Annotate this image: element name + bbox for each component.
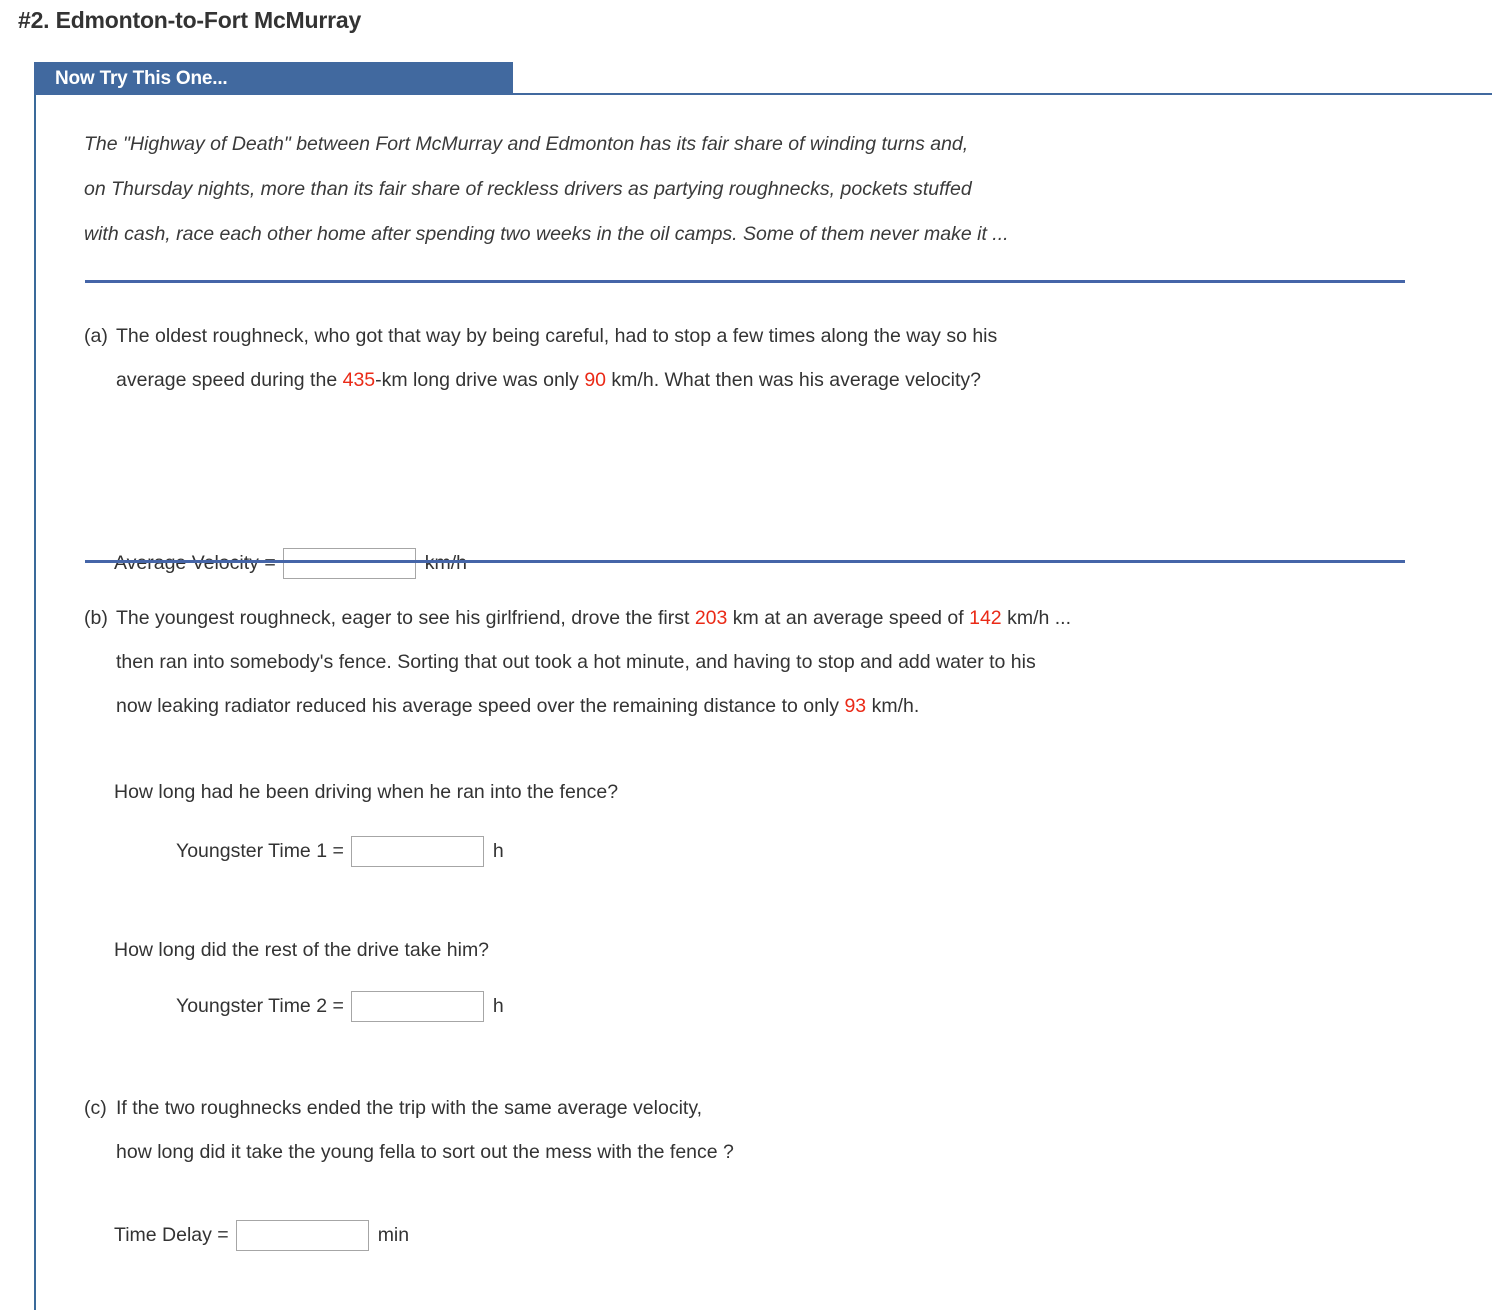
- part-b-second-speed-value: 93: [844, 695, 867, 717]
- part-a-line-2: average speed during the 435-km long dri…: [84, 358, 997, 402]
- part-a-text-2c: km/h. What then was his average velocity…: [606, 369, 982, 391]
- time-delay-input[interactable]: [235, 1220, 369, 1251]
- question-part-c: (c) If the two roughnecks ended the trip …: [84, 1086, 734, 1174]
- youngster-time-1-input[interactable]: [350, 836, 484, 867]
- part-b-line-1: (b) The youngest roughneck, eager to see …: [84, 596, 1071, 640]
- part-b-text-1a: The youngest roughneck, eager to see his…: [116, 607, 695, 629]
- average-velocity-label: Average Velocity =: [114, 552, 276, 574]
- question-part-a: (a) The oldest roughneck, who got that wa…: [84, 314, 997, 402]
- separator-rule-1: [85, 280, 1405, 283]
- question-part-b: (b) The youngest roughneck, eager to see …: [84, 596, 1071, 728]
- youngster-time-2-unit: h: [492, 995, 504, 1017]
- part-b-answer-row-1: Youngster Time 1 = h: [176, 836, 504, 867]
- tab-now-try-this-one[interactable]: Now Try This One...: [34, 62, 513, 95]
- part-c-line-1: (c) If the two roughnecks ended the trip …: [84, 1086, 734, 1130]
- part-a-text-1: The oldest roughneck, who got that way b…: [116, 325, 998, 347]
- part-b-line-2: then ran into somebody's fence. Sorting …: [116, 651, 1036, 673]
- part-b-line-3: now leaking radiator reduced his average…: [84, 684, 1071, 728]
- part-a-distance-value: 435: [342, 369, 376, 391]
- part-a-text-2b: -km long drive was only: [375, 369, 585, 391]
- part-c-label: (c): [84, 1097, 107, 1119]
- tab-underline-rule: [513, 93, 1492, 95]
- part-b-text-1b: km at an average speed of: [727, 607, 970, 629]
- part-b-text-3a: now leaking radiator reduced his average…: [116, 695, 845, 717]
- left-accent-border: [34, 95, 36, 1310]
- part-a-speed-value: 90: [584, 369, 607, 391]
- part-b-first-distance-value: 203: [694, 607, 728, 629]
- page-title: #2. Edmonton-to-Fort McMurray: [18, 7, 362, 33]
- worksheet-page: #2. Edmonton-to-Fort McMurray Now Try Th…: [0, 0, 1492, 1310]
- part-b-text-3b: km/h.: [866, 695, 920, 717]
- part-a-answer-row: Average Velocity = km/h: [114, 548, 467, 579]
- intro-paragraph: The "Highway of Death" between Fort McMu…: [84, 122, 1284, 257]
- youngster-time-1-label: Youngster Time 1 =: [176, 840, 344, 862]
- youngster-time-2-label: Youngster Time 2 =: [176, 995, 344, 1017]
- part-c-answer-row: Time Delay = min: [114, 1220, 409, 1251]
- youngster-time-2-input[interactable]: [350, 991, 484, 1022]
- part-b-text-1c: km/h ...: [1001, 607, 1072, 629]
- part-b-question-1: How long had he been driving when he ran…: [114, 781, 619, 803]
- part-a-text-2a: average speed during the: [116, 369, 343, 391]
- part-c-text-1: If the two roughnecks ended the trip wit…: [116, 1097, 703, 1119]
- part-a-label: (a): [84, 325, 108, 347]
- time-delay-label: Time Delay =: [114, 1224, 229, 1246]
- section-tab-strip: Now Try This One...: [34, 62, 1492, 98]
- intro-line-1: The "Highway of Death" between Fort McMu…: [84, 133, 969, 155]
- youngster-time-1-unit: h: [492, 840, 504, 862]
- separator-rule-2: [85, 560, 1405, 563]
- part-b-question-2: How long did the rest of the drive take …: [114, 939, 490, 961]
- average-velocity-unit: km/h: [424, 552, 467, 574]
- part-a-line-1: (a) The oldest roughneck, who got that wa…: [84, 314, 997, 358]
- part-b-first-speed-value: 142: [969, 607, 1002, 629]
- intro-line-3: with cash, race each other home after sp…: [84, 223, 1009, 245]
- part-b-label: (b): [84, 607, 108, 629]
- part-c-line-2: how long did it take the young fella to …: [116, 1141, 734, 1163]
- average-velocity-input[interactable]: [282, 548, 416, 579]
- time-delay-unit: min: [377, 1224, 410, 1246]
- intro-line-2: on Thursday nights, more than its fair s…: [84, 178, 972, 200]
- part-b-answer-row-2: Youngster Time 2 = h: [176, 991, 504, 1022]
